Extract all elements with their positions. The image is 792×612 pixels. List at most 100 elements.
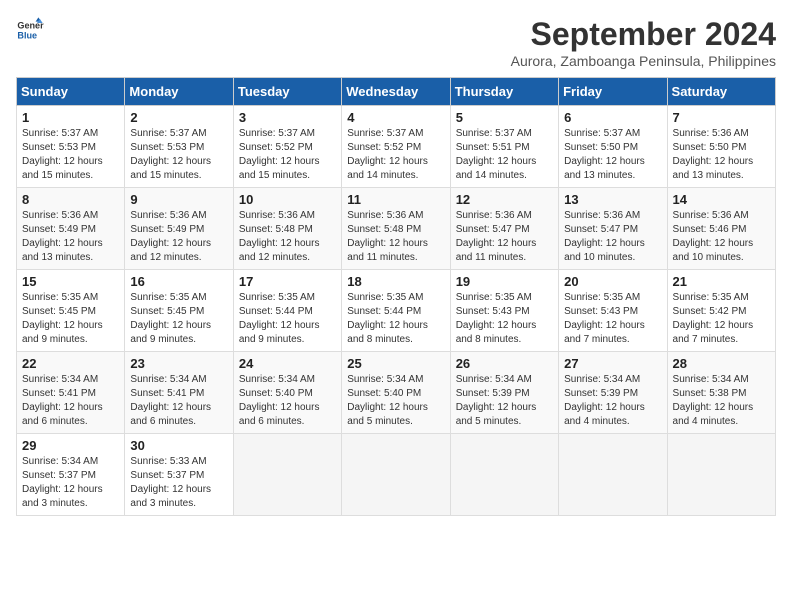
table-row xyxy=(233,434,341,516)
day-details: Sunrise: 5:37 AM Sunset: 5:53 PM Dayligh… xyxy=(22,127,119,183)
day-details: Sunrise: 5:34 AM Sunset: 5:40 PM Dayligh… xyxy=(239,373,336,429)
day-number: 24 xyxy=(239,356,336,371)
day-details: Sunrise: 5:36 AM Sunset: 5:46 PM Dayligh… xyxy=(673,209,770,265)
day-number: 16 xyxy=(130,274,227,289)
calendar-week-row: 29Sunrise: 5:34 AM Sunset: 5:37 PM Dayli… xyxy=(17,434,776,516)
table-row xyxy=(342,434,450,516)
day-number: 5 xyxy=(456,110,553,125)
day-details: Sunrise: 5:35 AM Sunset: 5:42 PM Dayligh… xyxy=(673,291,770,347)
day-details: Sunrise: 5:34 AM Sunset: 5:41 PM Dayligh… xyxy=(130,373,227,429)
table-row: 8Sunrise: 5:36 AM Sunset: 5:49 PM Daylig… xyxy=(17,188,125,270)
day-number: 18 xyxy=(347,274,444,289)
day-details: Sunrise: 5:36 AM Sunset: 5:49 PM Dayligh… xyxy=(22,209,119,265)
table-row: 13 Sunrise: 5:36 AM Sunset: 5:47 PM Dayli… xyxy=(559,188,667,270)
col-wednesday: Wednesday xyxy=(342,78,450,106)
day-number: 7 xyxy=(673,110,770,125)
table-row: 30 Sunrise: 5:33 AM Sunset: 5:37 PM Dayli… xyxy=(125,434,233,516)
day-details: Sunrise: 5:35 AM Sunset: 5:45 PM Dayligh… xyxy=(130,291,227,347)
table-row: 6 Sunrise: 5:37 AM Sunset: 5:50 PM Daylig… xyxy=(559,106,667,188)
day-number: 22 xyxy=(22,356,119,371)
day-number: 9 xyxy=(130,192,227,207)
day-number: 19 xyxy=(456,274,553,289)
table-row: 11 Sunrise: 5:36 AM Sunset: 5:48 PM Dayli… xyxy=(342,188,450,270)
day-details: Sunrise: 5:34 AM Sunset: 5:38 PM Dayligh… xyxy=(673,373,770,429)
day-number: 30 xyxy=(130,438,227,453)
day-number: 6 xyxy=(564,110,661,125)
day-details: Sunrise: 5:36 AM Sunset: 5:47 PM Dayligh… xyxy=(564,209,661,265)
day-number: 23 xyxy=(130,356,227,371)
table-row: 16 Sunrise: 5:35 AM Sunset: 5:45 PM Dayli… xyxy=(125,270,233,352)
table-row: 17Sunrise: 5:35 AM Sunset: 5:44 PM Dayli… xyxy=(233,270,341,352)
col-thursday: Thursday xyxy=(450,78,558,106)
logo: General Blue xyxy=(16,16,44,44)
day-details: Sunrise: 5:37 AM Sunset: 5:50 PM Dayligh… xyxy=(564,127,661,183)
table-row: 7 Sunrise: 5:36 AM Sunset: 5:50 PM Daylig… xyxy=(667,106,775,188)
day-number: 12 xyxy=(456,192,553,207)
table-row: 10 Sunrise: 5:36 AM Sunset: 5:48 PM Dayli… xyxy=(233,188,341,270)
col-friday: Friday xyxy=(559,78,667,106)
table-row xyxy=(450,434,558,516)
day-details: Sunrise: 5:33 AM Sunset: 5:37 PM Dayligh… xyxy=(130,455,227,511)
title-block: September 2024 Aurora, Zamboanga Peninsu… xyxy=(511,16,776,69)
table-row: 22 Sunrise: 5:34 AM Sunset: 5:41 PM Dayli… xyxy=(17,352,125,434)
calendar-week-row: 22 Sunrise: 5:34 AM Sunset: 5:41 PM Dayli… xyxy=(17,352,776,434)
day-number: 4 xyxy=(347,110,444,125)
col-saturday: Saturday xyxy=(667,78,775,106)
day-details: Sunrise: 5:34 AM Sunset: 5:39 PM Dayligh… xyxy=(564,373,661,429)
day-number: 27 xyxy=(564,356,661,371)
calendar-week-row: 1 Sunrise: 5:37 AM Sunset: 5:53 PM Daylig… xyxy=(17,106,776,188)
table-row: 27 Sunrise: 5:34 AM Sunset: 5:39 PM Dayli… xyxy=(559,352,667,434)
calendar-week-row: 8Sunrise: 5:36 AM Sunset: 5:49 PM Daylig… xyxy=(17,188,776,270)
table-row: 9 Sunrise: 5:36 AM Sunset: 5:49 PM Daylig… xyxy=(125,188,233,270)
day-number: 26 xyxy=(456,356,553,371)
day-number: 1 xyxy=(22,110,119,125)
table-row: 5 Sunrise: 5:37 AM Sunset: 5:51 PM Daylig… xyxy=(450,106,558,188)
table-row: 2 Sunrise: 5:37 AM Sunset: 5:53 PM Daylig… xyxy=(125,106,233,188)
day-details: Sunrise: 5:35 AM Sunset: 5:44 PM Dayligh… xyxy=(347,291,444,347)
day-number: 25 xyxy=(347,356,444,371)
month-title: September 2024 xyxy=(511,16,776,53)
day-number: 3 xyxy=(239,110,336,125)
day-details: Sunrise: 5:37 AM Sunset: 5:53 PM Dayligh… xyxy=(130,127,227,183)
calendar-week-row: 15 Sunrise: 5:35 AM Sunset: 5:45 PM Dayli… xyxy=(17,270,776,352)
day-details: Sunrise: 5:34 AM Sunset: 5:37 PM Dayligh… xyxy=(22,455,119,511)
day-number: 2 xyxy=(130,110,227,125)
day-details: Sunrise: 5:34 AM Sunset: 5:41 PM Dayligh… xyxy=(22,373,119,429)
table-row: 18 Sunrise: 5:35 AM Sunset: 5:44 PM Dayli… xyxy=(342,270,450,352)
table-row: 12 Sunrise: 5:36 AM Sunset: 5:47 PM Dayli… xyxy=(450,188,558,270)
day-number: 15 xyxy=(22,274,119,289)
day-number: 13 xyxy=(564,192,661,207)
table-row: 26Sunrise: 5:34 AM Sunset: 5:39 PM Dayli… xyxy=(450,352,558,434)
day-details: Sunrise: 5:36 AM Sunset: 5:48 PM Dayligh… xyxy=(239,209,336,265)
day-details: Sunrise: 5:36 AM Sunset: 5:50 PM Dayligh… xyxy=(673,127,770,183)
table-row: 29Sunrise: 5:34 AM Sunset: 5:37 PM Dayli… xyxy=(17,434,125,516)
day-number: 17 xyxy=(239,274,336,289)
logo-icon: General Blue xyxy=(16,16,44,44)
page-header: General Blue September 2024 Aurora, Zamb… xyxy=(16,16,776,69)
day-details: Sunrise: 5:36 AM Sunset: 5:47 PM Dayligh… xyxy=(456,209,553,265)
day-details: Sunrise: 5:37 AM Sunset: 5:52 PM Dayligh… xyxy=(239,127,336,183)
day-number: 10 xyxy=(239,192,336,207)
day-details: Sunrise: 5:37 AM Sunset: 5:51 PM Dayligh… xyxy=(456,127,553,183)
day-details: Sunrise: 5:36 AM Sunset: 5:48 PM Dayligh… xyxy=(347,209,444,265)
table-row: 28 Sunrise: 5:34 AM Sunset: 5:38 PM Dayli… xyxy=(667,352,775,434)
day-number: 28 xyxy=(673,356,770,371)
table-row xyxy=(559,434,667,516)
table-row: 25 Sunrise: 5:34 AM Sunset: 5:40 PM Dayli… xyxy=(342,352,450,434)
col-tuesday: Tuesday xyxy=(233,78,341,106)
table-row: 1 Sunrise: 5:37 AM Sunset: 5:53 PM Daylig… xyxy=(17,106,125,188)
day-details: Sunrise: 5:36 AM Sunset: 5:49 PM Dayligh… xyxy=(130,209,227,265)
day-details: Sunrise: 5:35 AM Sunset: 5:45 PM Dayligh… xyxy=(22,291,119,347)
table-row: 19 Sunrise: 5:35 AM Sunset: 5:43 PM Dayli… xyxy=(450,270,558,352)
day-details: Sunrise: 5:35 AM Sunset: 5:43 PM Dayligh… xyxy=(456,291,553,347)
svg-text:Blue: Blue xyxy=(17,30,37,40)
location-subtitle: Aurora, Zamboanga Peninsula, Philippines xyxy=(511,53,776,69)
table-row: 4Sunrise: 5:37 AM Sunset: 5:52 PM Daylig… xyxy=(342,106,450,188)
day-details: Sunrise: 5:34 AM Sunset: 5:40 PM Dayligh… xyxy=(347,373,444,429)
day-number: 14 xyxy=(673,192,770,207)
table-row: 24 Sunrise: 5:34 AM Sunset: 5:40 PM Dayli… xyxy=(233,352,341,434)
table-row: 20Sunrise: 5:35 AM Sunset: 5:43 PM Dayli… xyxy=(559,270,667,352)
day-number: 11 xyxy=(347,192,444,207)
col-monday: Monday xyxy=(125,78,233,106)
table-row: 3 Sunrise: 5:37 AM Sunset: 5:52 PM Daylig… xyxy=(233,106,341,188)
